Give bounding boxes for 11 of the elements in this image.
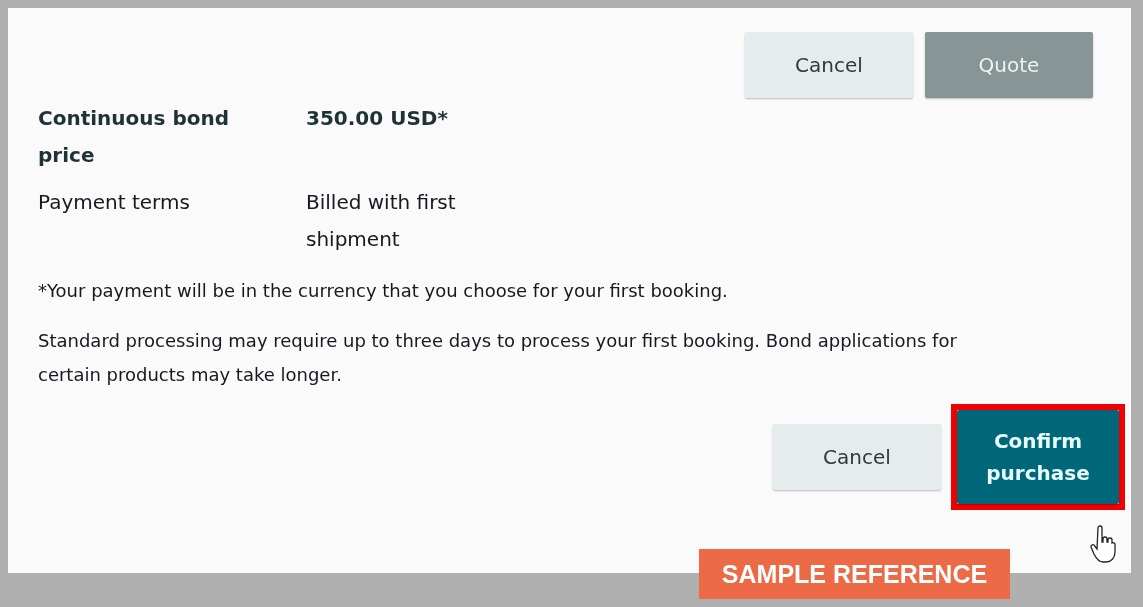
detail-label: Continuous bond price	[38, 105, 230, 169]
note-text: Standard processing may require up to three days to process your first booking. Bond applications for certain products may take longer.	[38, 329, 958, 387]
detail-label: Payment terms	[38, 189, 191, 216]
cancel-button[interactable]: Cancel	[773, 424, 941, 490]
note-text: *Your payment will be in the currency that you choose for your first booking.	[38, 279, 729, 303]
detail-value: Billed with first shipment	[306, 189, 457, 253]
sample-reference-label: SAMPLE REFERENCE	[699, 549, 1010, 599]
cancel-button[interactable]: Cancel	[745, 32, 913, 98]
detail-value: 350.00 USD*	[306, 105, 449, 132]
hand-cursor-icon	[1090, 524, 1116, 564]
confirm-purchase-button[interactable]: Confirm purchase	[957, 410, 1119, 504]
